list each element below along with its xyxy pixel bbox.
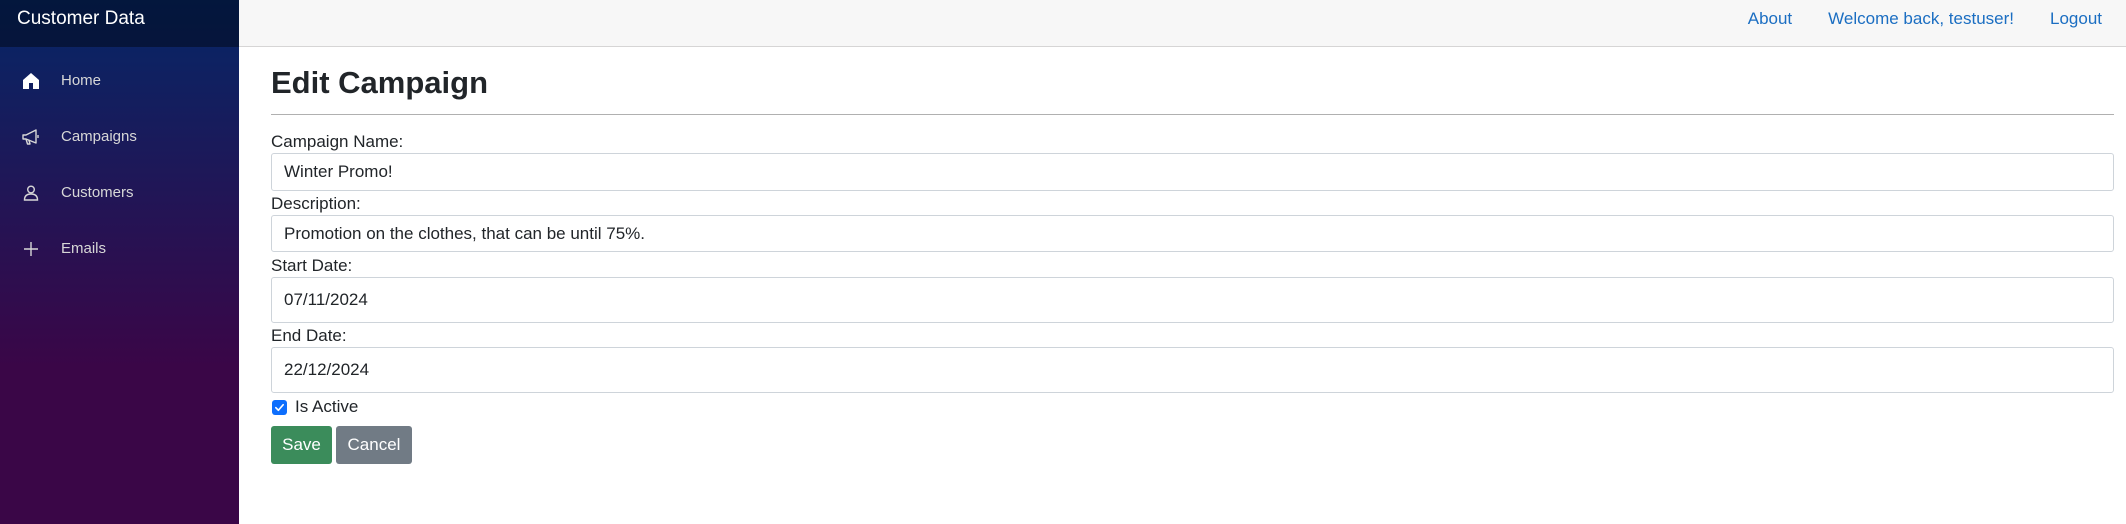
logout-link[interactable]: Logout [2050, 9, 2102, 29]
sidebar-item-emails[interactable]: Emails [0, 226, 239, 271]
campaign-name-input[interactable] [271, 153, 2114, 192]
sidebar-item-label: Emails [61, 240, 107, 257]
is-active-row: Is Active [271, 396, 2114, 418]
sidebar-item-customers[interactable]: Customers [0, 170, 239, 215]
description-input[interactable] [271, 215, 2114, 253]
home-icon [21, 71, 41, 91]
campaign-name-label: Campaign Name: [271, 132, 404, 152]
cancel-button[interactable]: Cancel [336, 426, 412, 465]
app-brand[interactable]: Customer Data [0, 0, 239, 47]
is-active-label[interactable]: Is Active [295, 397, 358, 417]
start-date-label: Start Date: [271, 256, 353, 276]
sidebar-item-label: Home [61, 72, 102, 89]
sidebar: Customer Data Home Campaigns Customers E… [0, 0, 239, 524]
start-date-group: Start Date: [271, 256, 2114, 324]
about-link[interactable]: About [1748, 9, 1792, 29]
plus-icon [21, 239, 41, 259]
megaphone-icon [21, 127, 41, 147]
save-button[interactable]: Save [271, 426, 332, 465]
is-active-checkbox[interactable] [272, 399, 287, 415]
main-content: Edit Campaign Campaign Name: Description… [271, 47, 2114, 465]
sidebar-item-campaigns[interactable]: Campaigns [0, 114, 239, 159]
sidebar-nav: Home Campaigns Customers Emails [0, 47, 239, 271]
description-label: Description: [271, 194, 361, 214]
sidebar-item-label: Campaigns [61, 128, 137, 145]
page-title: Edit Campaign [271, 65, 489, 100]
start-date-input[interactable] [271, 277, 2114, 324]
end-date-label: End Date: [271, 326, 347, 346]
sidebar-item-home[interactable]: Home [0, 58, 239, 103]
description-group: Description: [271, 194, 2114, 253]
end-date-input[interactable] [271, 347, 2114, 394]
form-actions: Save Cancel [271, 426, 2114, 465]
welcome-link[interactable]: Welcome back, testuser! [1828, 9, 2014, 29]
divider [271, 114, 2114, 116]
person-icon [21, 183, 41, 203]
campaign-name-group: Campaign Name: [271, 132, 2114, 192]
end-date-group: End Date: [271, 326, 2114, 394]
sidebar-item-label: Customers [61, 184, 134, 201]
top-bar: About Welcome back, testuser! Logout [239, 0, 2126, 47]
check-icon [275, 403, 284, 411]
